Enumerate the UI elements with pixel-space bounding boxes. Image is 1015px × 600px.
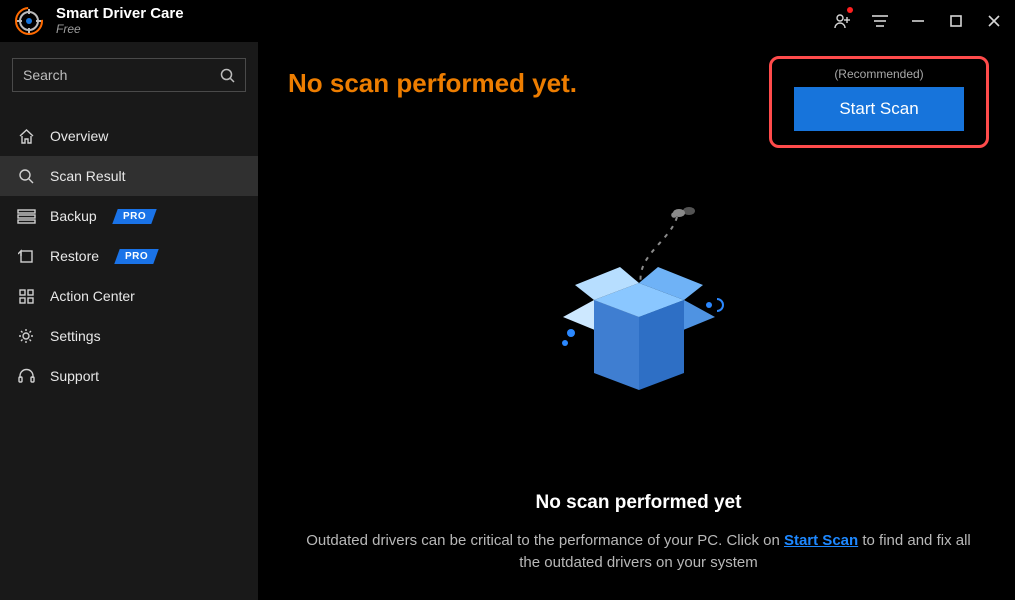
scan-icon (16, 168, 36, 185)
search-icon (220, 68, 235, 83)
scan-headline: No scan performed yet. (288, 68, 577, 99)
start-scan-highlight: (Recommended) Start Scan (769, 56, 989, 148)
nav: Overview Scan Result Backup PRO (0, 116, 258, 396)
sidebar-item-label: Settings (50, 328, 101, 344)
sidebar-item-action-center[interactable]: Action Center (0, 276, 258, 316)
minimize-button[interactable] (899, 5, 937, 37)
search-input[interactable] (23, 67, 220, 83)
main-panel: No scan performed yet. (Recommended) Sta… (258, 42, 1015, 600)
sidebar-item-label: Restore (50, 248, 99, 264)
search-box[interactable] (12, 58, 246, 92)
title-block: Smart Driver Care Free (56, 6, 184, 36)
app-logo-icon (10, 2, 48, 40)
sidebar-item-support[interactable]: Support (0, 356, 258, 396)
sidebar-item-restore[interactable]: Restore PRO (0, 236, 258, 276)
sidebar-item-overview[interactable]: Overview (0, 116, 258, 156)
home-icon (16, 128, 36, 145)
empty-illustration (288, 148, 989, 492)
maximize-button[interactable] (937, 5, 975, 37)
app-name: Smart Driver Care (56, 6, 184, 22)
empty-desc-pre: Outdated drivers can be critical to the … (306, 532, 784, 549)
headset-icon (16, 368, 36, 385)
account-icon[interactable] (823, 5, 861, 37)
recommended-label: (Recommended) (834, 67, 923, 81)
sidebar-item-label: Scan Result (50, 168, 125, 184)
sidebar-item-settings[interactable]: Settings (0, 316, 258, 356)
start-scan-link[interactable]: Start Scan (784, 532, 858, 549)
titlebar-tray (823, 0, 1013, 42)
gear-icon (16, 328, 36, 344)
menu-icon[interactable] (861, 5, 899, 37)
sidebar-item-label: Backup (50, 208, 97, 224)
sidebar: Overview Scan Result Backup PRO (0, 42, 258, 600)
start-scan-button[interactable]: Start Scan (794, 87, 964, 131)
sidebar-item-scan-result[interactable]: Scan Result (0, 156, 258, 196)
pro-badge: PRO (114, 249, 159, 264)
sidebar-item-label: Action Center (50, 288, 135, 304)
sidebar-item-label: Overview (50, 128, 108, 144)
backup-icon (16, 209, 36, 224)
empty-title: No scan performed yet (288, 492, 989, 514)
restore-icon (16, 248, 36, 265)
app-edition: Free (56, 22, 184, 36)
sidebar-item-label: Support (50, 368, 99, 384)
titlebar: Smart Driver Care Free (0, 0, 1015, 42)
sidebar-item-backup[interactable]: Backup PRO (0, 196, 258, 236)
empty-state: No scan performed yet Outdated drivers c… (288, 492, 989, 580)
pro-badge: PRO (112, 209, 157, 224)
empty-description: Outdated drivers can be critical to the … (299, 530, 979, 574)
grid-icon (16, 289, 36, 304)
close-button[interactable] (975, 5, 1013, 37)
